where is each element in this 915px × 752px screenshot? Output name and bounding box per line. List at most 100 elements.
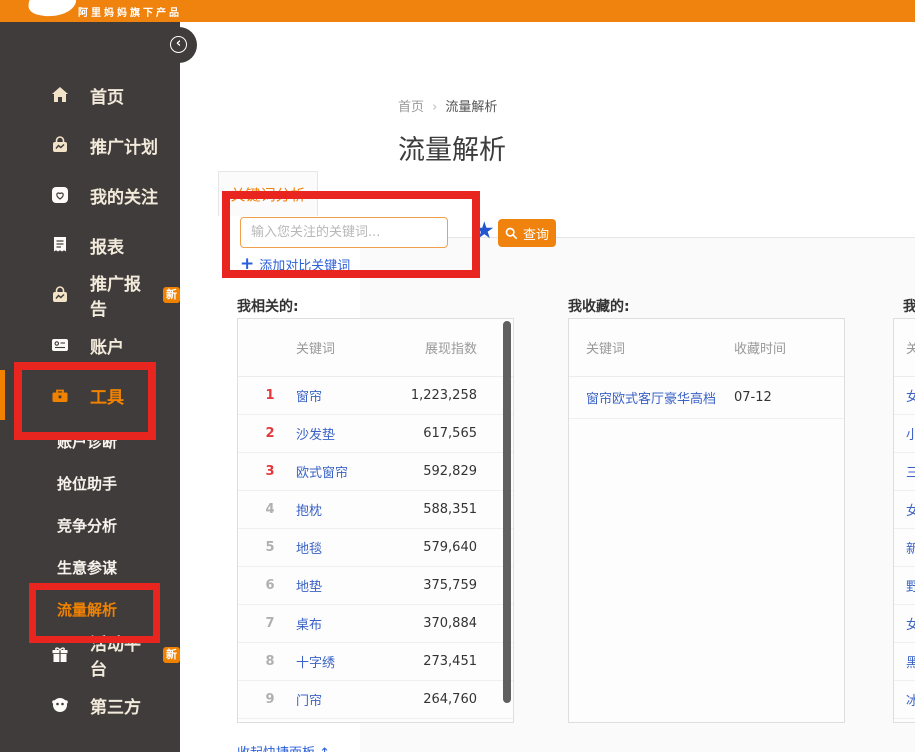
column-header-keyword: 关 bbox=[906, 338, 915, 357]
query-button-label: 查询 bbox=[523, 224, 549, 243]
sidebar-item-home[interactable]: 首页 bbox=[0, 70, 180, 120]
related-keywords-table: 关键词 展现指数 1窗帘1,223,258 2沙发垫617,565 3欧式窗帘5… bbox=[237, 318, 514, 723]
table-row: 新 bbox=[894, 529, 915, 567]
keyword-link[interactable]: 黑 bbox=[906, 652, 915, 671]
add-compare-keyword-link[interactable]: + 添加对比关键词 bbox=[240, 255, 350, 274]
rank-number: 8 bbox=[260, 654, 280, 669]
metric-value: 592,829 bbox=[403, 464, 513, 479]
breadcrumb-home[interactable]: 首页 bbox=[398, 100, 424, 115]
plus-icon: + bbox=[240, 256, 254, 273]
sidebar-item-activity-platform[interactable]: 活动平台 新 bbox=[0, 630, 180, 680]
keyword-link[interactable]: 欧式窗帘 bbox=[296, 462, 403, 481]
breadcrumb: 首页›流量解析 bbox=[398, 96, 497, 115]
metric-value: 273,451 bbox=[403, 654, 513, 669]
sidebar-item-tools[interactable]: 工具 bbox=[0, 370, 180, 420]
keyword-link[interactable]: 十字绣 bbox=[296, 652, 403, 671]
metric-value: 588,351 bbox=[403, 502, 513, 517]
robot-icon bbox=[50, 695, 70, 715]
tab-keyword-analysis[interactable]: 关键词分析 bbox=[218, 171, 318, 216]
sidebar-item-business-advisor[interactable]: 生意参谋 bbox=[0, 546, 180, 588]
sidebar-nav: 首页 推广计划 我的关注 报表 推广报告 新 账户 bbox=[0, 70, 180, 730]
sidebar-item-label: 报表 bbox=[90, 233, 124, 258]
sidebar-item-account-diagnosis[interactable]: 账户诊断 bbox=[0, 420, 180, 462]
rank-number: 9 bbox=[260, 692, 280, 707]
keyword-search-input[interactable] bbox=[240, 217, 448, 248]
rank-number: 3 bbox=[260, 464, 280, 479]
table-scrollbar[interactable] bbox=[503, 321, 511, 703]
keyword-link[interactable]: 沙发垫 bbox=[296, 424, 403, 443]
third-section-label: 我 bbox=[903, 296, 915, 316]
table-row: 4抱枕588,351 bbox=[238, 491, 513, 529]
sidebar-item-label: 流量解析 bbox=[57, 599, 117, 620]
third-keywords-table: 关 女 小 三 女 新 野 女 黑 冰 bbox=[893, 318, 915, 723]
keyword-link[interactable]: 新 bbox=[906, 538, 915, 557]
keyword-link[interactable]: 小 bbox=[906, 424, 915, 443]
table-header-row: 关键词 收藏时间 bbox=[569, 319, 844, 377]
keyword-link[interactable]: 地垫 bbox=[296, 576, 403, 595]
keyword-link[interactable]: 地毯 bbox=[296, 538, 403, 557]
sidebar-item-my-watchlist[interactable]: 我的关注 bbox=[0, 170, 180, 220]
sidebar-item-rank-assistant[interactable]: 抢位助手 bbox=[0, 462, 180, 504]
sidebar-item-third-party[interactable]: 第三方 bbox=[0, 680, 180, 730]
keyword-link[interactable]: 女 bbox=[906, 386, 915, 405]
table-row: 5地毯579,640 bbox=[238, 529, 513, 567]
table-row: 8 十字绣273,451 bbox=[238, 643, 513, 681]
new-badge: 新 bbox=[163, 287, 180, 303]
keyword-link[interactable]: 三 bbox=[906, 462, 915, 481]
keyword-link[interactable]: 门帘 bbox=[296, 690, 403, 709]
table-row: 女 bbox=[894, 491, 915, 529]
keyword-link[interactable]: 女 bbox=[906, 614, 915, 633]
collapse-quick-panel-link[interactable]: 收起快捷面板 ↑ bbox=[237, 742, 330, 752]
table-row: 9门帘264,760 bbox=[238, 681, 513, 719]
favorite-star-icon[interactable]: ★ bbox=[474, 218, 495, 244]
add-compare-label: 添加对比关键词 bbox=[259, 255, 350, 274]
rank-number: 2 bbox=[260, 426, 280, 441]
alimama-logo-icon bbox=[26, 0, 78, 19]
column-header-keyword: 关键词 bbox=[296, 338, 381, 357]
keyword-link[interactable]: 抱枕 bbox=[296, 500, 403, 519]
keyword-link[interactable]: 窗帘欧式客厅豪华高档 bbox=[586, 388, 734, 407]
toolbox-icon bbox=[50, 385, 70, 405]
sidebar-collapse-button[interactable]: ‹ bbox=[161, 27, 197, 63]
keyword-link[interactable]: 野 bbox=[906, 576, 915, 595]
metric-value: 375,759 bbox=[403, 578, 513, 593]
keyword-link[interactable]: 窗帘 bbox=[296, 386, 403, 405]
column-header-time: 收藏时间 bbox=[734, 338, 844, 357]
sidebar-item-competition-analysis[interactable]: 竞争分析 bbox=[0, 504, 180, 546]
app-root: 阿里妈妈旗下产品 首页›流量解析 流量解析 关键词分析 ★ 查询 + 添加对比关… bbox=[0, 0, 915, 752]
sidebar-item-reports[interactable]: 报表 bbox=[0, 220, 180, 270]
sidebar-item-label: 推广计划 bbox=[90, 133, 158, 158]
sidebar-item-label: 首页 bbox=[90, 83, 124, 108]
brand-caption: 阿里妈妈旗下产品 bbox=[78, 4, 182, 19]
rank-number: 1 bbox=[260, 388, 280, 403]
sidebar-item-label: 竞争分析 bbox=[57, 515, 117, 536]
sidebar-item-label: 我的关注 bbox=[90, 183, 158, 208]
magnifier-icon bbox=[505, 227, 518, 240]
table-row: 黑 bbox=[894, 643, 915, 681]
metric-value: 617,565 bbox=[403, 426, 513, 441]
favorites-section-label: 我收藏的: bbox=[568, 296, 630, 316]
chevron-left-icon: ‹ bbox=[170, 36, 187, 53]
table-row: 冰 bbox=[894, 681, 915, 719]
new-badge: 新 bbox=[163, 647, 180, 663]
table-row: 窗帘欧式客厅豪华高档 07-12 bbox=[569, 377, 844, 419]
sidebar-item-label: 推广报告 bbox=[90, 270, 155, 320]
favorite-keywords-table: 关键词 收藏时间 窗帘欧式客厅豪华高档 07-12 bbox=[568, 318, 845, 723]
sidebar-item-label: 工具 bbox=[90, 383, 124, 408]
breadcrumb-separator-icon: › bbox=[432, 100, 437, 115]
sidebar-item-campaigns[interactable]: 推广计划 bbox=[0, 120, 180, 170]
keyword-link[interactable]: 桌布 bbox=[296, 614, 403, 633]
metric-value: 579,640 bbox=[403, 540, 513, 555]
query-button[interactable]: 查询 bbox=[498, 219, 556, 247]
heart-icon bbox=[50, 185, 70, 205]
keyword-link[interactable]: 女 bbox=[906, 500, 915, 519]
keyword-link[interactable]: 冰 bbox=[906, 690, 915, 709]
sidebar-item-label: 生意参谋 bbox=[57, 557, 117, 578]
report-sheet-icon bbox=[50, 235, 70, 255]
metric-value: 370,884 bbox=[403, 616, 513, 631]
sidebar-item-promo-report[interactable]: 推广报告 新 bbox=[0, 270, 180, 320]
sidebar-item-traffic-analysis[interactable]: 流量解析 bbox=[0, 588, 180, 630]
sidebar-item-label: 账户诊断 bbox=[57, 431, 117, 452]
table-header-row: 关 bbox=[894, 319, 915, 377]
sidebar-item-account[interactable]: 账户 bbox=[0, 320, 180, 370]
